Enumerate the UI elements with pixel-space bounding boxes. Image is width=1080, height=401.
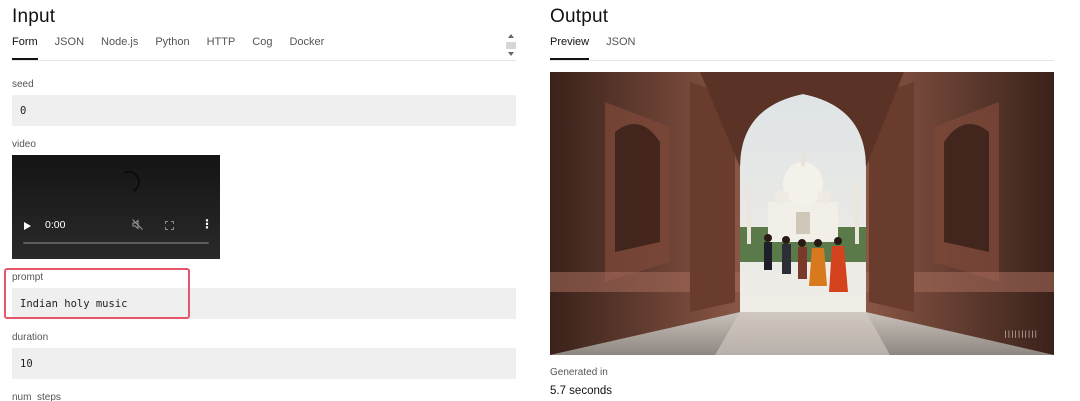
prompt-label: prompt [12, 272, 44, 283]
num-steps-label: num_steps [12, 392, 61, 401]
video-time: 0:00 [45, 219, 66, 231]
output-title: Output [550, 6, 609, 27]
fullscreen-icon[interactable] [165, 221, 174, 230]
scroll-down-icon[interactable] [508, 52, 514, 56]
output-tabs: Preview JSON [550, 36, 1054, 61]
seed-label: seed [12, 79, 34, 90]
scroll-up-icon[interactable] [508, 34, 514, 38]
tab-form[interactable]: Form [12, 36, 38, 60]
tab-preview[interactable]: Preview [550, 36, 590, 60]
prompt-input[interactable]: Indian holy music [12, 288, 516, 319]
tab-json[interactable]: JSON [55, 36, 84, 60]
video-label: video [12, 139, 36, 150]
tab-scroll-control[interactable] [506, 34, 516, 58]
tab-nodejs[interactable]: Node.js [101, 36, 138, 60]
vertical-dots-icon[interactable]: ⋮ [201, 218, 213, 230]
output-preview-image[interactable]: |||||||||| [550, 72, 1054, 355]
muted-speaker-icon[interactable] [132, 219, 143, 233]
seed-input[interactable]: 0 [12, 95, 516, 126]
generated-in-value: 5.7 seconds [550, 385, 613, 397]
video-player[interactable]: 0:00 ⋮ [12, 155, 220, 259]
duration-input[interactable]: 10 [12, 348, 516, 379]
generated-in-label: Generated in [550, 367, 608, 378]
video-progress-track[interactable] [23, 242, 209, 244]
video-controls: 0:00 ⋮ [12, 215, 220, 249]
tab-python[interactable]: Python [155, 36, 189, 60]
duration-label: duration [12, 332, 49, 343]
scroll-thumb[interactable] [506, 42, 516, 49]
tab-cog[interactable]: Cog [252, 36, 272, 60]
play-icon[interactable] [24, 222, 31, 230]
input-title: Input [12, 6, 56, 27]
watermark: |||||||||| [1004, 330, 1038, 338]
tab-docker[interactable]: Docker [289, 36, 324, 60]
tab-output-json[interactable]: JSON [606, 36, 635, 60]
taj-mahal-arch-illustration [550, 72, 1054, 355]
tab-http[interactable]: HTTP [207, 36, 236, 60]
input-tabs: Form JSON Node.js Python HTTP Cog Docker [12, 36, 516, 61]
loading-spinner-icon [114, 167, 144, 197]
